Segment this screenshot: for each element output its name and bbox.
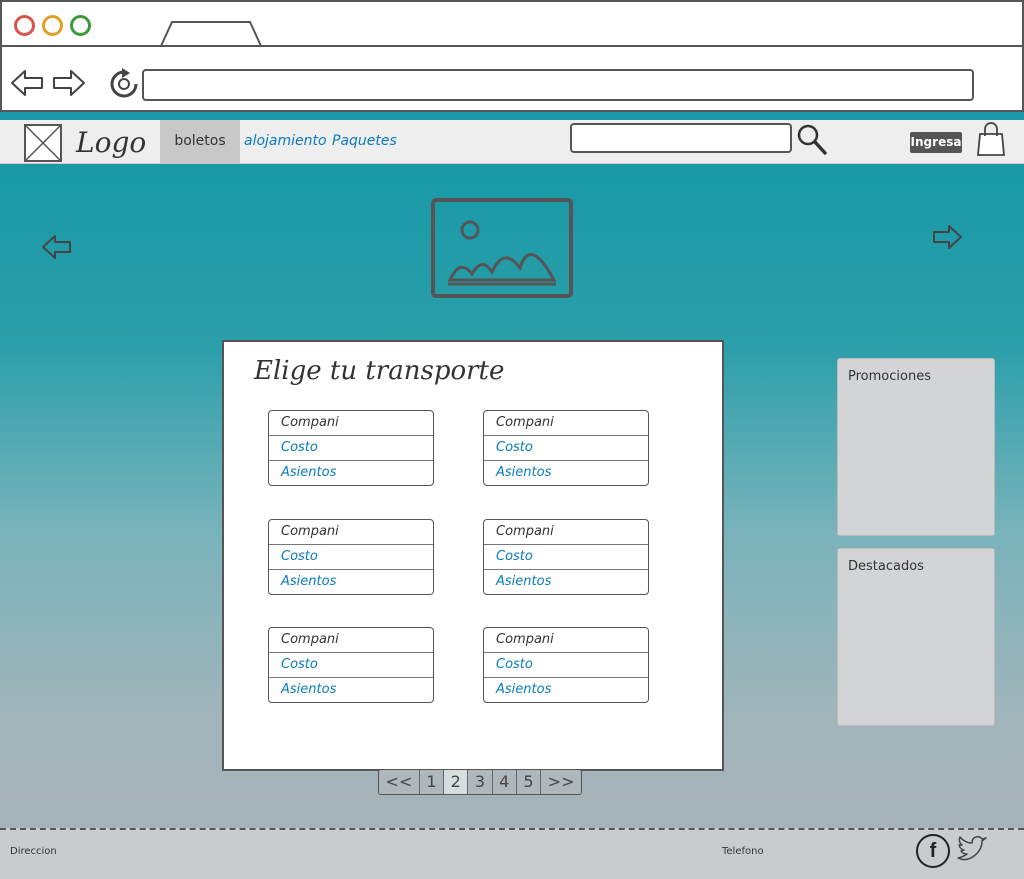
promotions-panel[interactable]: Promociones <box>837 358 995 536</box>
chrome-divider <box>2 45 1022 47</box>
carousel-next-arrow-icon[interactable] <box>930 222 964 256</box>
page-title: Elige tu transporte <box>254 356 505 386</box>
option-cost-link[interactable]: Costo <box>269 436 433 461</box>
option-cost-link[interactable]: Costo <box>484 653 648 678</box>
reload-icon[interactable] <box>108 68 140 104</box>
pagination-page-1[interactable]: 1 <box>420 770 445 794</box>
logo-text[interactable]: Logo <box>76 126 146 159</box>
option-company: Compani <box>269 520 433 545</box>
option-seats-link[interactable]: Asientos <box>269 570 433 595</box>
browser-chrome <box>0 0 1024 112</box>
window-controls <box>14 15 91 36</box>
pagination-first[interactable]: << <box>379 770 420 794</box>
transport-option[interactable]: Compani Costo Asientos <box>483 410 649 486</box>
option-seats-link[interactable]: Asientos <box>484 461 648 486</box>
address-bar[interactable] <box>142 69 974 101</box>
carousel-prev-arrow-icon[interactable] <box>40 232 74 266</box>
pagination-page-5[interactable]: 5 <box>517 770 542 794</box>
pagination-page-4[interactable]: 4 <box>493 770 517 794</box>
search-input[interactable] <box>570 123 792 153</box>
option-cost-link[interactable]: Costo <box>484 436 648 461</box>
twitter-icon[interactable] <box>956 834 988 868</box>
minimize-window-button[interactable] <box>42 15 63 36</box>
featured-label: Destacados <box>848 559 924 574</box>
featured-panel[interactable]: Destacados <box>837 548 995 726</box>
back-arrow-icon[interactable] <box>10 68 44 102</box>
nav-item-paquetes[interactable]: Paquetes <box>332 133 397 149</box>
transport-option[interactable]: Compani Costo Asientos <box>268 519 434 595</box>
option-company: Compani <box>484 411 648 436</box>
transport-option[interactable]: Compani Costo Asientos <box>483 627 649 703</box>
promotions-label: Promociones <box>848 369 931 384</box>
pagination-page-2[interactable]: 2 <box>444 770 469 794</box>
option-cost-link[interactable]: Costo <box>269 545 433 570</box>
pagination-last[interactable]: >> <box>541 770 581 794</box>
image-placeholder-icon <box>430 196 574 304</box>
close-window-button[interactable] <box>14 15 35 36</box>
transport-card: Elige tu transporte Compani Costo Asient… <box>222 340 724 771</box>
maximize-window-button[interactable] <box>70 15 91 36</box>
site-header: Logo boletos alojamiento Paquetes Ingres… <box>0 120 1024 164</box>
footer-phone: Telefono <box>722 846 764 857</box>
pagination: << 1 2 3 4 5 >> <box>378 769 582 795</box>
login-button[interactable]: Ingresa <box>910 132 962 153</box>
option-company: Compani <box>269 411 433 436</box>
option-company: Compani <box>484 520 648 545</box>
option-cost-link[interactable]: Costo <box>269 653 433 678</box>
browser-tab[interactable] <box>160 20 262 46</box>
forward-arrow-icon[interactable] <box>52 68 86 102</box>
facebook-icon[interactable]: f <box>916 834 950 868</box>
transport-option[interactable]: Compani Costo Asientos <box>483 519 649 595</box>
nav-item-alojamiento[interactable]: alojamiento <box>244 133 327 149</box>
option-seats-link[interactable]: Asientos <box>269 678 433 703</box>
option-company: Compani <box>484 628 648 653</box>
option-seats-link[interactable]: Asientos <box>269 461 433 486</box>
transport-option[interactable]: Compani Costo Asientos <box>268 410 434 486</box>
option-seats-link[interactable]: Asientos <box>484 570 648 595</box>
logo-placeholder-icon[interactable] <box>24 124 62 162</box>
option-seats-link[interactable]: Asientos <box>484 678 648 703</box>
transport-option[interactable]: Compani Costo Asientos <box>268 627 434 703</box>
nav-item-boletos[interactable]: boletos <box>160 120 240 164</box>
option-company: Compani <box>269 628 433 653</box>
site-footer: Direccion Telefono f <box>0 828 1024 879</box>
web-page: Logo boletos alojamiento Paquetes Ingres… <box>0 112 1024 879</box>
pagination-page-3[interactable]: 3 <box>468 770 493 794</box>
option-cost-link[interactable]: Costo <box>484 545 648 570</box>
search-icon[interactable] <box>796 122 828 160</box>
footer-address: Direccion <box>10 846 57 857</box>
shopping-bag-icon[interactable] <box>976 122 1006 162</box>
